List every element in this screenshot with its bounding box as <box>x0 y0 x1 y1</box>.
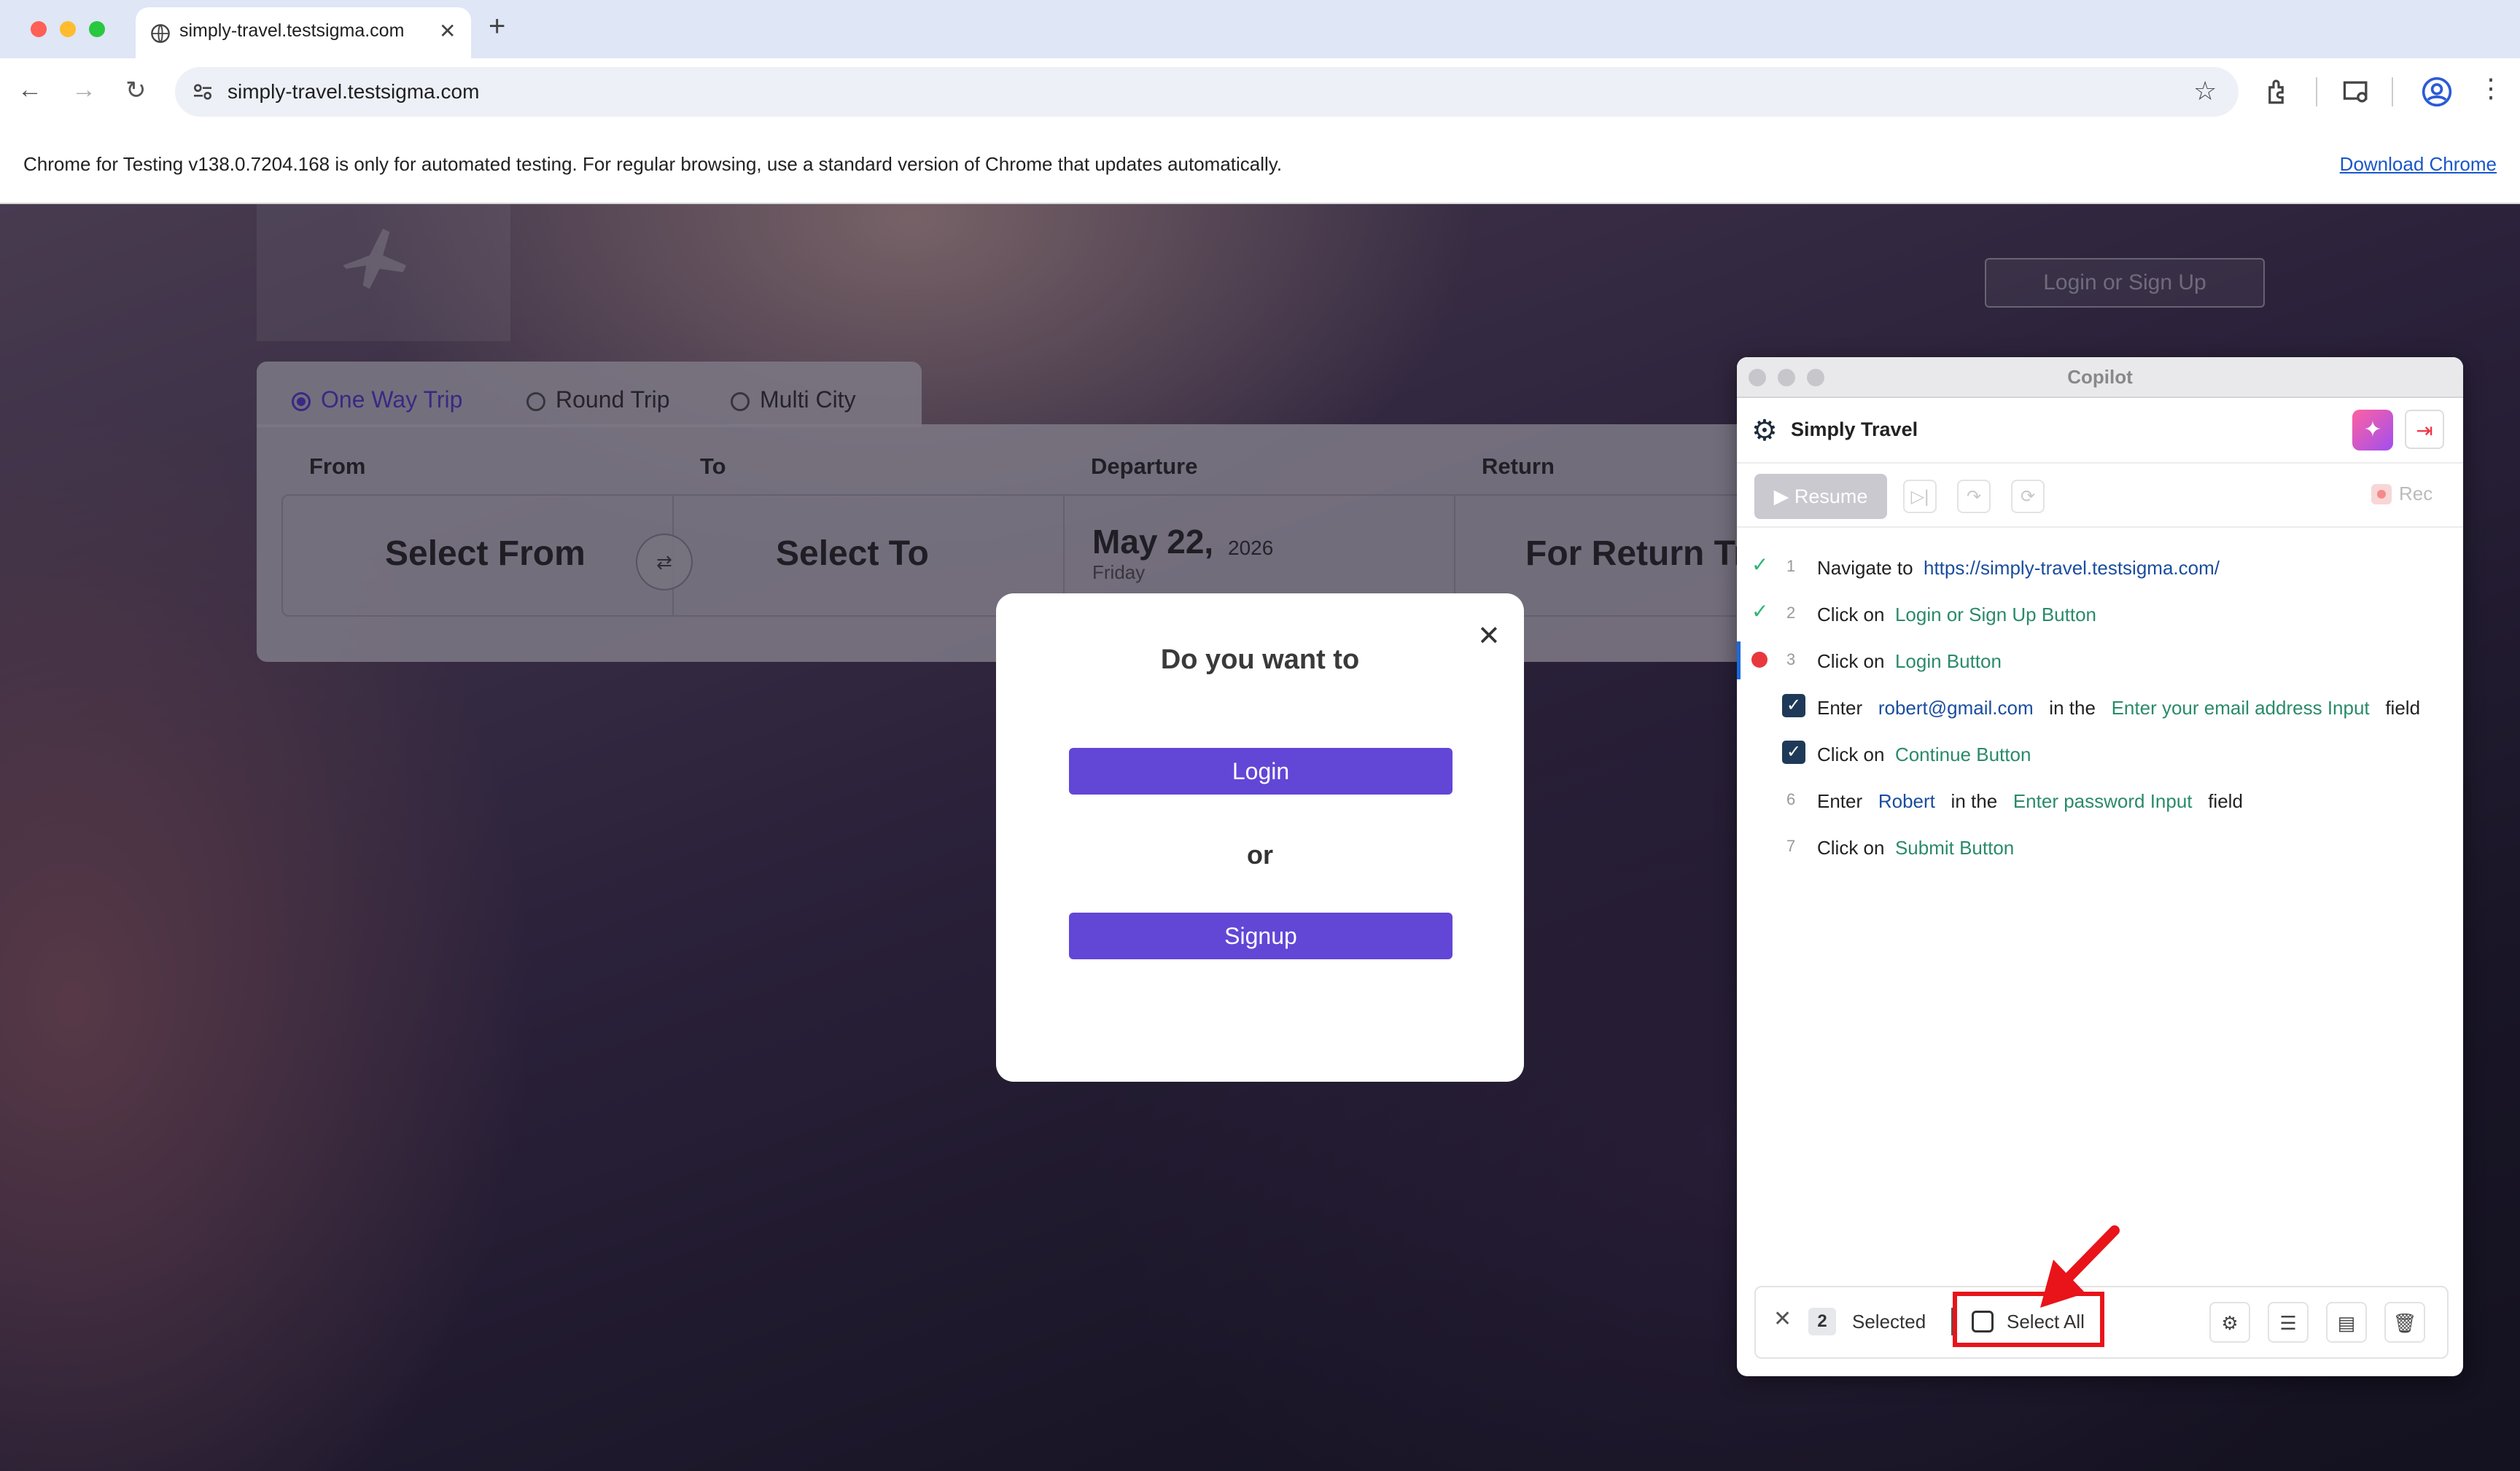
ai-assistant-icon[interactable]: ✦ <box>2352 410 2393 450</box>
selected-label: Selected <box>1852 1311 1926 1333</box>
toolbar-divider <box>2392 77 2393 106</box>
step-row[interactable]: 6 Enter Robert in the Enter password Inp… <box>1737 777 2463 824</box>
new-tab-button[interactable]: + <box>489 10 505 43</box>
menu-kebab-icon[interactable]: ⋮ <box>2478 73 2504 104</box>
clear-selection-icon[interactable]: ✕ <box>1773 1306 1792 1332</box>
annotation-arrow-icon <box>2040 1225 2120 1308</box>
signup-button[interactable]: Signup <box>1069 913 1452 959</box>
copilot-title: Copilot <box>2067 366 2133 388</box>
checkmark-icon: ✓ <box>1751 553 1769 576</box>
address-bar[interactable]: simply-travel.testsigma.com ☆ <box>175 67 2239 117</box>
download-chrome-link[interactable]: Download Chrome <box>2340 153 2497 176</box>
cast-search-icon[interactable] <box>2341 76 2373 108</box>
tab-close-icon[interactable]: ✕ <box>439 19 456 43</box>
toolbar-divider <box>2316 77 2317 106</box>
modal-title: Do you want to <box>1160 644 1360 675</box>
exit-icon[interactable]: ⇥ <box>2405 410 2444 449</box>
select-all-label[interactable]: Select All <box>2007 1311 2085 1333</box>
step-checkbox-checked[interactable]: ✓ <box>1782 741 1805 764</box>
login-button[interactable]: Login <box>1069 748 1452 795</box>
app-name: Simply Travel <box>1791 418 1918 440</box>
record-icon <box>2371 484 2392 504</box>
zoom-window-icon[interactable] <box>89 21 105 37</box>
copilot-header: ⚙ Simply Travel ✦ ⇥ <box>1737 398 2463 464</box>
record-button[interactable]: Rec <box>2371 483 2432 505</box>
step-row[interactable]: ✓ 1 Navigate to https://simply-travel.te… <box>1737 544 2463 590</box>
copilot-titlebar[interactable]: Copilot <box>1737 357 2463 398</box>
settings-icon[interactable]: ⚙ <box>2209 1302 2250 1343</box>
auth-choice-modal: ✕ Do you want to Login or Signup <box>996 593 1524 1082</box>
tab-title: simply-travel.testsigma.com <box>179 20 405 41</box>
step-checkbox-checked[interactable]: ✓ <box>1782 694 1805 717</box>
reload-icon[interactable]: ↻ <box>125 76 147 105</box>
bookmark-star-icon[interactable]: ☆ <box>2193 76 2217 106</box>
copilot-controls: ▶ Resume ▷| ↷ ⟳ Rec <box>1737 464 2463 528</box>
active-step-indicator <box>1737 641 1741 679</box>
play-icon: ▶ <box>1773 485 1794 507</box>
step-row[interactable]: ✓ Click on Continue Button <box>1737 730 2463 777</box>
browser-tab[interactable]: simply-travel.testsigma.com ✕ <box>136 7 471 58</box>
redo-icon[interactable]: ↷ <box>1957 480 1991 513</box>
step-row[interactable]: 3 Click on Login Button <box>1737 637 2463 684</box>
step-group-icon[interactable]: ▤ <box>2326 1302 2367 1343</box>
back-arrow-icon[interactable]: ← <box>18 76 42 104</box>
resume-button[interactable]: ▶ Resume <box>1754 474 1887 519</box>
step-row[interactable]: ✓ Enter robert@gmail.com in the Enter yo… <box>1737 684 2463 730</box>
browser-toolbar: ← → ↻ simply-travel.testsigma.com ☆ ⋮ <box>0 58 2520 125</box>
automation-infobar: Chrome for Testing v138.0.7204.168 is on… <box>0 125 2520 204</box>
extensions-icon[interactable] <box>2263 76 2294 106</box>
or-separator: or <box>1247 840 1273 870</box>
browser-tab-strip: simply-travel.testsigma.com ✕ + <box>0 0 2520 58</box>
trash-icon[interactable]: 🗑 <box>2384 1302 2425 1343</box>
minimize-window-icon[interactable] <box>60 21 76 37</box>
group-steps-icon[interactable]: ☰ <box>2268 1302 2309 1343</box>
step-row[interactable]: 7 Click on Submit Button <box>1737 824 2463 870</box>
error-dot-icon <box>1751 652 1768 668</box>
site-settings-icon[interactable] <box>191 80 214 104</box>
url-text: simply-travel.testsigma.com <box>228 80 480 103</box>
step-over-icon[interactable]: ▷| <box>1903 480 1937 513</box>
close-window-icon[interactable] <box>31 21 47 37</box>
step-url[interactable]: https://simply-travel.testsigma.com/ <box>1924 557 2220 579</box>
selected-count-badge: 2 <box>1808 1308 1836 1335</box>
profile-icon[interactable] <box>2421 76 2453 108</box>
forward-arrow-icon[interactable]: → <box>71 76 96 104</box>
app-gear-icon: ⚙ <box>1751 415 1778 447</box>
select-all-checkbox[interactable] <box>1972 1311 1994 1333</box>
globe-icon <box>151 24 170 43</box>
checkmark-icon: ✓ <box>1751 600 1769 623</box>
step-row[interactable]: ✓ 2 Click on Login or Sign Up Button <box>1737 590 2463 637</box>
replay-icon[interactable]: ⟳ <box>2011 480 2045 513</box>
infobar-message: Chrome for Testing v138.0.7204.168 is on… <box>23 153 1283 175</box>
